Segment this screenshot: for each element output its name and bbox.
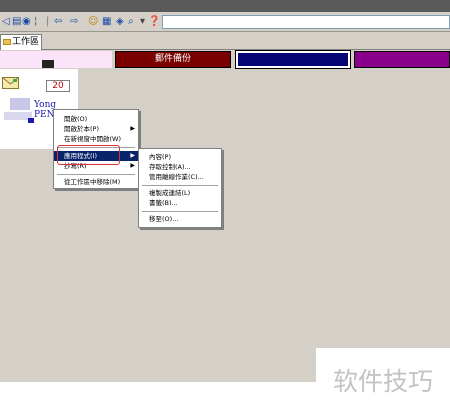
submenu-item-move-to[interactable]: 移至(O)... (139, 214, 221, 224)
application-submenu: 內容(P) 存取控制(A)... 管用離線作業(C)... 複製成連結(L) 書… (138, 148, 222, 228)
menu-item-label: 開啟(O) (64, 115, 88, 123)
tab-workspace-label: 工作區 (12, 37, 40, 47)
menu-item-open[interactable]: 開啟(O) (54, 114, 138, 124)
tab-workspace[interactable]: 工作區 (0, 34, 42, 50)
category-segment-backup[interactable]: 郵件備份 (115, 51, 231, 68)
menu-item-label: 在新視窗中開啟(W) (64, 135, 121, 143)
bookmark-icon[interactable]: ◈ (116, 15, 124, 29)
back-arrow-icon[interactable]: ◁ (2, 15, 10, 29)
user-name-line2[interactable]: PEN (34, 110, 55, 120)
menu-separator (142, 211, 218, 212)
category-segment-purple[interactable] (354, 51, 450, 68)
print-icon[interactable]: ◉ (22, 15, 31, 29)
tab-strip: 工作區 (0, 32, 450, 50)
submenu-arrow-icon: ▶ (130, 162, 135, 169)
menu-separator (142, 185, 218, 186)
menu-item-label: 存取控制(A)... (149, 163, 191, 171)
avatar (10, 98, 30, 110)
window-title-bar (0, 0, 450, 12)
category-segment-pink[interactable] (0, 51, 112, 68)
toolbar-separator: ¦ (34, 16, 38, 27)
menu-item-label: 移至(O)... (149, 215, 179, 223)
category-segment-navy[interactable] (235, 50, 351, 69)
submenu-arrow-icon: ▶ (130, 125, 135, 132)
submenu-item-copy-link[interactable]: 複製成連結(L) (139, 188, 221, 198)
menu-item-label: 複製成連結(L) (149, 189, 191, 197)
unread-count-badge: 20 (46, 80, 70, 92)
menu-item-label: 內容(P) (149, 153, 171, 161)
folder-icon (3, 38, 11, 45)
menu-separator (57, 174, 135, 175)
search-icon[interactable]: ⌕ (128, 15, 134, 29)
watermark-text: 软件技巧 (316, 348, 450, 416)
category-bar: 郵件備份 (0, 50, 450, 69)
category-marker (42, 60, 54, 68)
submenu-item-properties[interactable]: 內容(P) (139, 152, 221, 162)
submenu-arrow-icon: ▶ (130, 152, 135, 159)
menu-item-open-in[interactable]: 開啟於本(P) ▶ (54, 124, 138, 134)
menu-item-label: 管用離線作業(C)... (149, 173, 204, 181)
back-arrow-icon[interactable]: ⇦ (54, 15, 62, 29)
envelope-icon[interactable] (2, 77, 19, 89)
home-icon[interactable]: ▦ (102, 15, 111, 29)
menu-item-open-new-window[interactable]: 在新視窗中開啟(W) (54, 134, 138, 144)
menu-item-remove-from-workspace[interactable]: 從工作區中移除(M) (54, 177, 138, 187)
forward-arrow-icon[interactable]: ⇨ (70, 15, 78, 29)
mail-icon[interactable]: ▤ (12, 15, 21, 29)
refresh-icon[interactable]: ☺ (88, 15, 98, 29)
submenu-item-bookmark[interactable]: 書籤(B)... (139, 198, 221, 208)
selection-marker (28, 118, 34, 123)
menu-item-label: 書籤(B)... (149, 199, 178, 207)
toolbar-separator: | (46, 16, 50, 27)
menu-item-label: 開啟於本(P) (64, 125, 99, 133)
chevron-down-icon[interactable]: ▾ (140, 15, 145, 29)
address-input[interactable] (162, 15, 450, 29)
toolbar: ◁ ▤ ◉ ¦ | ⇦ ⇨ ☺ ▦ ◈ ⌕ ▾ ❓ (0, 12, 450, 32)
help-icon[interactable]: ❓ (148, 15, 160, 29)
submenu-item-access-control[interactable]: 存取控制(A)... (139, 162, 221, 172)
highlight-annotation-box (57, 145, 120, 165)
menu-item-label: 從工作區中移除(M) (64, 178, 121, 186)
submenu-item-offline[interactable]: 管用離線作業(C)... (139, 172, 221, 182)
